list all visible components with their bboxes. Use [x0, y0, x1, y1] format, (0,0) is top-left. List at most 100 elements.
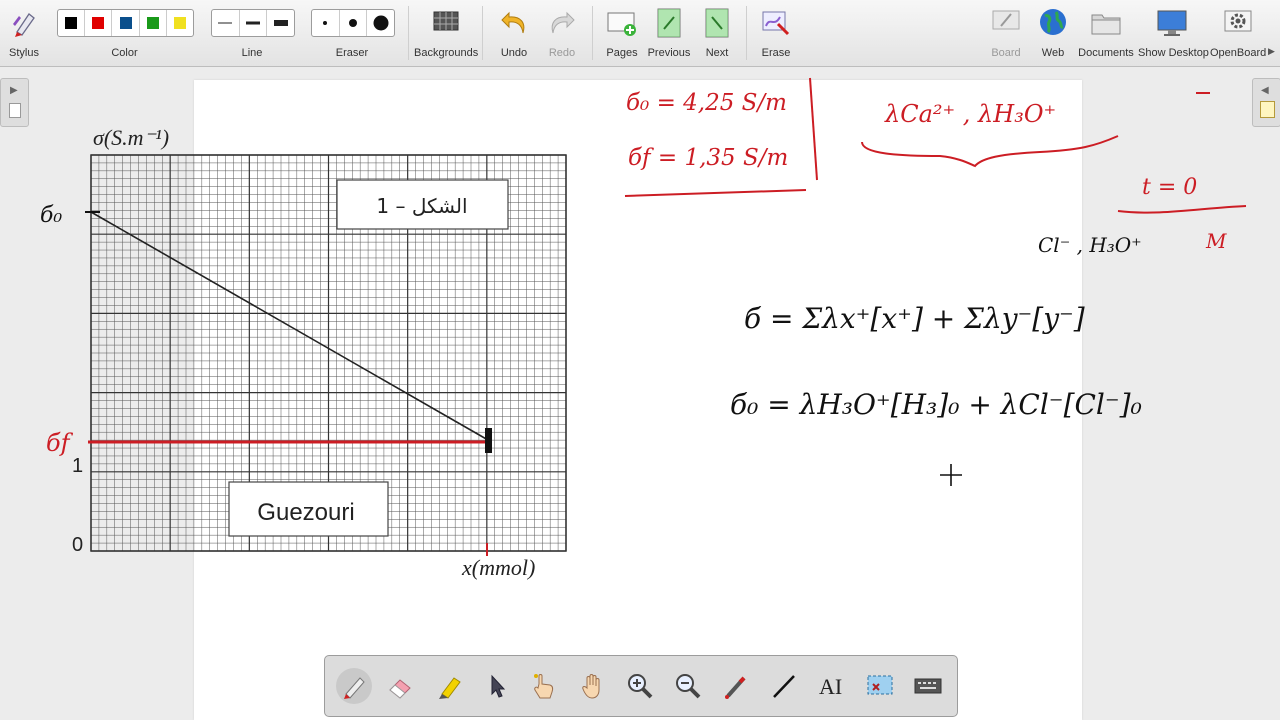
- previous-label: Previous: [647, 47, 691, 59]
- toolbar-divider: [408, 6, 409, 60]
- next-label: Next: [705, 47, 729, 59]
- backgrounds-label: Backgrounds: [414, 47, 479, 59]
- backgrounds-button[interactable]: Backgrounds: [414, 4, 478, 64]
- erase-board-icon: [762, 11, 790, 36]
- capture-icon: [867, 675, 893, 695]
- selector-tool[interactable]: [479, 668, 515, 704]
- highlighter-icon: [439, 677, 461, 699]
- backgrounds-icon: [433, 11, 459, 31]
- hand-tool[interactable]: [575, 668, 611, 704]
- ions-note: λCa²⁺ , λH₃O⁺: [884, 100, 1056, 128]
- t-zero-note: t = 0: [1142, 175, 1197, 200]
- stylus-label: Stylus: [9, 47, 39, 59]
- keyboard-icon: [914, 678, 942, 694]
- line-icon: [773, 675, 795, 698]
- overflow-arrow-icon[interactable]: ▶: [1268, 46, 1275, 57]
- erase-button[interactable]: Erase: [754, 4, 798, 64]
- laser-pointer-icon: [725, 676, 746, 699]
- svg-text:AI: AI: [819, 674, 842, 699]
- cl-h3o-note: Cl⁻ , H₃O⁺: [1038, 233, 1142, 257]
- pages-button[interactable]: Pages: [600, 4, 644, 64]
- xf-marker: [485, 428, 492, 453]
- web-button[interactable]: Web: [1035, 4, 1071, 64]
- crosshair-cursor: [940, 464, 962, 486]
- x-axis-label: x(mmol): [461, 555, 535, 580]
- undo-button[interactable]: Undo: [494, 4, 534, 64]
- previous-button[interactable]: Previous: [647, 4, 691, 64]
- t-zero-underline: [1117, 205, 1247, 214]
- underline-stroke: [624, 189, 807, 197]
- next-page-icon: [705, 8, 729, 38]
- hand-icon: [582, 674, 600, 699]
- gear-icon: [1224, 10, 1252, 32]
- toolbar-divider: [482, 6, 483, 60]
- text-tool[interactable]: AI: [814, 668, 850, 704]
- next-button[interactable]: Next: [695, 4, 739, 64]
- line-tool[interactable]: [766, 668, 802, 704]
- previous-page-icon: [657, 8, 681, 38]
- y-axis-label: σ(S.m⁻¹): [93, 125, 169, 150]
- board-button[interactable]: Board: [986, 4, 1026, 64]
- erase-label: Erase: [761, 47, 791, 59]
- virtual-keyboard-tool[interactable]: [910, 668, 946, 704]
- author-name: Guezouri: [257, 499, 354, 526]
- zoom-out-icon: [676, 674, 701, 699]
- zoom-out-tool[interactable]: [670, 668, 706, 704]
- monitor-icon: [1157, 10, 1187, 36]
- top-toolbar: Stylus Color Line Eraser Backgrounds Und…: [0, 0, 1280, 67]
- stylus-palette: AI: [324, 655, 958, 717]
- interact-tool[interactable]: [526, 668, 562, 704]
- undo-icon: [501, 11, 525, 34]
- undo-label: Undo: [500, 47, 528, 59]
- eraser-icon: [389, 679, 411, 699]
- toolbar-divider: [592, 6, 593, 60]
- eraser-group: Eraser: [311, 4, 393, 64]
- pages-label: Pages: [606, 47, 638, 59]
- color-group: Color: [57, 4, 192, 64]
- documents-button[interactable]: Documents: [1078, 4, 1134, 64]
- initial-conductivity-equation: б₀ = λH₃O⁺[H₃]₀ + λCl⁻[Cl⁻]₀: [730, 388, 1142, 421]
- toolbar-divider: [746, 6, 747, 60]
- redo-icon: [551, 11, 575, 34]
- figure-title: الشكل – 1: [376, 194, 467, 218]
- line-label: Line: [241, 47, 263, 59]
- board-label: Board: [991, 47, 1021, 59]
- board-canvas[interactable]: ▶ ◀ σ(S.m⁻¹) x(mmol) 0 1 الشكل – 1 Guezo…: [0, 66, 1280, 720]
- capture-tool[interactable]: [862, 668, 898, 704]
- divider-stroke: [809, 77, 818, 181]
- highlighter-tool[interactable]: [432, 668, 468, 704]
- zoom-in-icon: [628, 674, 653, 699]
- add-page-icon: [607, 12, 636, 36]
- eraser-tool[interactable]: [382, 668, 418, 704]
- zoom-in-tool[interactable]: [622, 668, 658, 704]
- show-desktop-button[interactable]: Show Desktop: [1138, 4, 1209, 64]
- pen-tool[interactable]: [336, 668, 372, 704]
- text-icon: AI: [819, 674, 842, 699]
- pointing-hand-icon: [534, 674, 554, 699]
- redo-button[interactable]: Redo: [542, 4, 582, 64]
- openboard-menu-button[interactable]: OpenBoard: [1210, 4, 1266, 64]
- stylus-icon: [13, 13, 35, 37]
- sigma0-value-note: б₀ = 4,25 S/m: [626, 90, 787, 116]
- line-group: Line: [211, 4, 293, 64]
- general-conductivity-equation: б = Σλx⁺[x⁺] + Σλy⁻[y⁻]: [744, 302, 1085, 335]
- sigma0-handwritten: б₀: [40, 203, 62, 228]
- board-drawing: σ(S.m⁻¹) x(mmol) 0 1 الشكل – 1 Guezouri …: [40, 77, 1247, 580]
- brace-stroke: [861, 135, 1119, 168]
- stylus-tool[interactable]: Stylus: [6, 4, 42, 64]
- sigmaf-handwritten: бf: [46, 429, 74, 457]
- openboard-label: OpenBoard: [1210, 47, 1267, 59]
- color-label: Color: [111, 47, 138, 59]
- arrow-pointer-icon: [491, 674, 506, 698]
- tick-one: 1: [72, 455, 83, 477]
- pen-icon: [344, 677, 365, 699]
- folder-icon: [1091, 14, 1121, 35]
- laser-pointer-tool[interactable]: [718, 668, 754, 704]
- globe-icon: [1040, 9, 1066, 35]
- eraser-label: Eraser: [335, 47, 369, 59]
- tick-zero: 0: [72, 534, 83, 556]
- show-desktop-label: Show Desktop: [1138, 47, 1209, 59]
- redo-label: Redo: [548, 47, 576, 59]
- conductivity-line: [90, 211, 489, 441]
- red-mark-note: M: [1205, 229, 1227, 253]
